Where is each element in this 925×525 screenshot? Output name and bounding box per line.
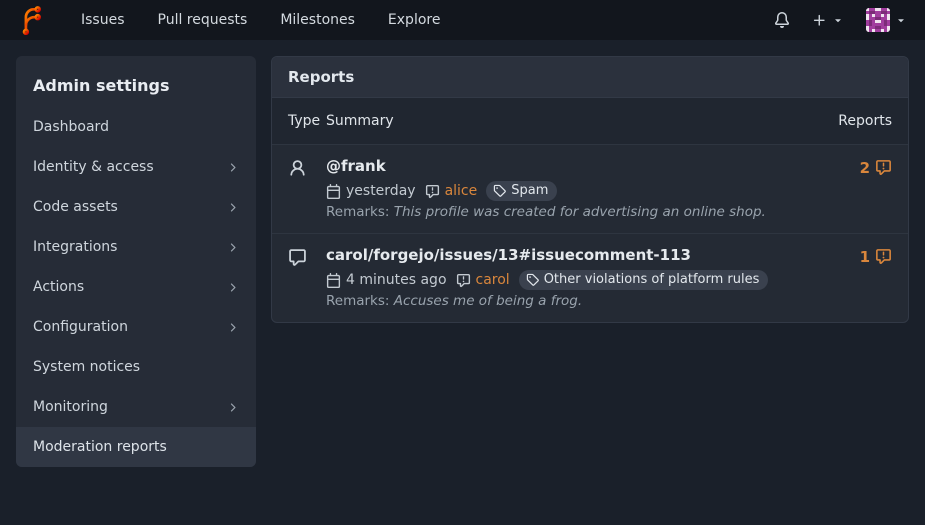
sidebar-item-monitoring[interactable]: Monitoring: [16, 387, 256, 427]
reports-table-header: Type Summary Reports: [272, 98, 908, 144]
sidebar-item-configuration[interactable]: Configuration: [16, 307, 256, 347]
report-count-link[interactable]: 2: [860, 156, 892, 220]
category-badge: Spam: [486, 181, 557, 201]
chevron-down-icon: [832, 14, 844, 26]
person-icon: [288, 156, 326, 220]
report-comment-icon: [456, 273, 471, 288]
calendar-icon: [326, 273, 341, 288]
nav-explore[interactable]: Explore: [388, 12, 441, 28]
report-comment-icon: [425, 184, 440, 199]
chevron-down-icon: [895, 14, 907, 26]
col-header-reports: Reports: [838, 113, 892, 129]
navbar-right: [774, 8, 907, 32]
calendar-icon: [326, 184, 341, 199]
report-count-link[interactable]: 1: [860, 245, 892, 309]
plus-icon: [812, 13, 827, 28]
sidebar-item-system-notices[interactable]: System notices: [16, 347, 256, 387]
forgejo-logo-icon[interactable]: [18, 6, 45, 35]
report-row: @frank yesterday alice: [272, 144, 908, 233]
category-badge: Other violations of platform rules: [519, 270, 769, 290]
user-avatar: [866, 8, 890, 32]
report-row: carol/forgejo/issues/13#issuecomment-113…: [272, 233, 908, 322]
report-target-link[interactable]: carol/forgejo/issues/13#issuecomment-113: [326, 246, 691, 264]
report-comment-icon: [875, 159, 892, 176]
chevron-right-icon: [226, 401, 239, 414]
report-date: yesterday: [326, 183, 416, 199]
sidebar-item-integrations[interactable]: Integrations: [16, 227, 256, 267]
reporter-link[interactable]: carol: [476, 272, 510, 288]
report-comment-icon: [875, 248, 892, 265]
tag-icon: [526, 273, 539, 286]
report-remarks: Remarks: This profile was created for ad…: [326, 204, 860, 220]
reporter-link[interactable]: alice: [445, 183, 478, 199]
admin-settings-sidebar: Admin settings Dashboard Identity & acce…: [16, 56, 256, 467]
col-header-type: Type: [288, 113, 326, 129]
reporter: carol: [456, 272, 510, 288]
col-header-summary: Summary: [326, 113, 394, 129]
report-date: 4 minutes ago: [326, 272, 447, 288]
chevron-right-icon: [226, 241, 239, 254]
chevron-right-icon: [226, 201, 239, 214]
sidebar-item-actions[interactable]: Actions: [16, 267, 256, 307]
comment-icon: [288, 245, 326, 309]
tag-icon: [493, 184, 506, 197]
nav-pull-requests[interactable]: Pull requests: [158, 12, 248, 28]
chevron-right-icon: [226, 281, 239, 294]
sidebar-item-moderation-reports[interactable]: Moderation reports: [16, 427, 256, 467]
reporter: alice: [425, 183, 478, 199]
user-menu-dropdown[interactable]: [866, 8, 907, 32]
panel-title: Reports: [272, 57, 908, 98]
report-remarks: Remarks: Accuses me of being a frog.: [326, 293, 860, 309]
create-new-dropdown[interactable]: [812, 13, 844, 28]
reports-panel: Reports Type Summary Reports @frank: [271, 56, 909, 323]
sidebar-item-code-assets[interactable]: Code assets: [16, 187, 256, 227]
navbar: Issues Pull requests Milestones Explore: [0, 0, 925, 40]
sidebar-item-identity-access[interactable]: Identity & access: [16, 147, 256, 187]
nav-issues[interactable]: Issues: [81, 12, 125, 28]
nav-milestones[interactable]: Milestones: [280, 12, 355, 28]
chevron-right-icon: [226, 161, 239, 174]
notifications-bell-icon[interactable]: [774, 12, 790, 28]
sidebar-item-dashboard[interactable]: Dashboard: [16, 107, 256, 147]
chevron-right-icon: [226, 321, 239, 334]
primary-nav: Issues Pull requests Milestones Explore: [81, 12, 440, 28]
report-target-link[interactable]: @frank: [326, 157, 386, 175]
sidebar-title: Admin settings: [16, 62, 256, 107]
